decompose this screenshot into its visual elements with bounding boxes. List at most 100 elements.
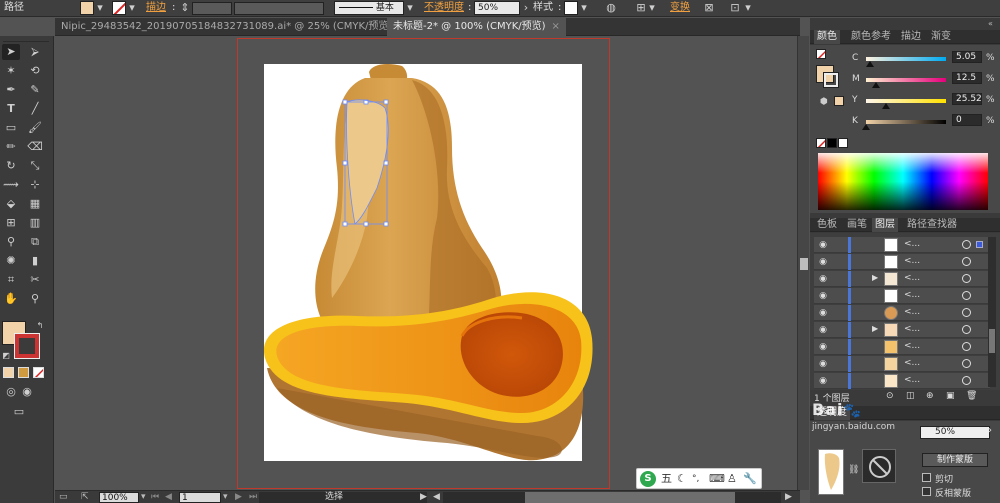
layers-scrollbar[interactable] bbox=[988, 237, 996, 387]
keyboard-icon[interactable]: ⌨ bbox=[709, 471, 725, 487]
selection-tool-icon[interactable]: ➤ bbox=[2, 44, 20, 60]
target-circle-icon[interactable] bbox=[962, 376, 971, 385]
layer-name[interactable]: <... bbox=[904, 324, 920, 334]
target-circle-icon[interactable] bbox=[962, 308, 971, 317]
tool-menu-icon[interactable]: ▶ bbox=[420, 492, 427, 503]
layer-row[interactable]: ◉ <... bbox=[814, 288, 990, 304]
scale-tool-icon[interactable]: ⤡ bbox=[26, 158, 44, 174]
visibility-eye-icon[interactable]: ◉ bbox=[817, 341, 829, 353]
artboard-tool-icon[interactable]: ⌗ bbox=[2, 272, 20, 288]
layer-row[interactable]: ◉ <... bbox=[814, 373, 990, 389]
layer-row[interactable]: ◉ ▶ <... bbox=[814, 322, 990, 338]
clip-checkbox[interactable] bbox=[922, 473, 931, 482]
visibility-eye-icon[interactable]: ◉ bbox=[817, 358, 829, 370]
default-colors-icon[interactable]: ◩ bbox=[1, 348, 11, 364]
layer-row[interactable]: ◉ <... bbox=[814, 305, 990, 321]
swap-colors-icon[interactable]: ↰ bbox=[34, 318, 46, 334]
curvature-tool-icon[interactable]: ✎ bbox=[26, 82, 44, 98]
recolor-icon[interactable]: ◍ bbox=[604, 0, 618, 16]
channel-k-knob[interactable] bbox=[862, 124, 870, 130]
target-circle-icon[interactable] bbox=[962, 342, 971, 351]
collapse-panels-icon[interactable]: « bbox=[988, 19, 993, 28]
tab-color-guide[interactable]: 颜色参考 bbox=[848, 30, 894, 44]
new-sublayer-icon[interactable]: ⊕ bbox=[926, 391, 934, 401]
arrange-dropdown-icon[interactable]: ▾ bbox=[744, 0, 752, 16]
make-mask-button[interactable]: 制作蒙版 bbox=[922, 453, 988, 467]
stroke-color-box[interactable] bbox=[14, 333, 40, 359]
align-dropdown-icon[interactable]: ▾ bbox=[648, 0, 656, 16]
ime-mode[interactable]: 五 bbox=[661, 471, 672, 487]
symbol-sprayer-tool-icon[interactable]: ✺ bbox=[2, 253, 20, 269]
gradient-mode-button[interactable] bbox=[18, 367, 29, 378]
target-circle-icon[interactable] bbox=[962, 274, 971, 283]
layer-row[interactable]: ◉ <... bbox=[814, 339, 990, 355]
layer-row[interactable]: ◉ ▶ <... bbox=[814, 271, 990, 287]
mask-thumbnail[interactable] bbox=[862, 449, 896, 483]
hscroll-right-icon[interactable]: ▶ bbox=[785, 492, 792, 503]
arrange-icon[interactable]: ⊡ bbox=[728, 0, 742, 16]
visibility-eye-icon[interactable]: ◉ bbox=[817, 307, 829, 319]
quick-black-swatch[interactable] bbox=[827, 138, 837, 148]
brush-dropdown-icon[interactable]: ▾ bbox=[406, 0, 414, 16]
color-spectrum[interactable] bbox=[818, 153, 988, 210]
panel-none-swatch[interactable] bbox=[816, 49, 826, 59]
layer-name[interactable]: <... bbox=[904, 358, 920, 368]
opacity-field[interactable]: 50% bbox=[474, 1, 520, 15]
page-dropdown-icon[interactable]: ▾ bbox=[223, 492, 228, 503]
expand-toggle-icon[interactable]: ▶ bbox=[872, 273, 878, 282]
channel-k-value[interactable]: 0 bbox=[952, 114, 982, 126]
make-clipping-mask-icon[interactable]: ◫ bbox=[906, 391, 915, 401]
visibility-eye-icon[interactable]: ◉ bbox=[817, 375, 829, 387]
rectangle-tool-icon[interactable]: ▭ bbox=[2, 120, 20, 136]
target-circle-icon[interactable] bbox=[962, 291, 971, 300]
layer-name[interactable]: <... bbox=[904, 256, 920, 266]
channel-y-slider[interactable] bbox=[866, 99, 946, 103]
column-graph-tool-icon[interactable]: ▮ bbox=[26, 253, 44, 269]
layers-scroll-thumb[interactable] bbox=[989, 329, 995, 353]
fill-swatch[interactable] bbox=[80, 1, 94, 15]
target-circle-icon[interactable] bbox=[962, 240, 971, 249]
layer-name[interactable]: <... bbox=[904, 290, 920, 300]
zoom-tool-icon[interactable]: ⚲ bbox=[26, 291, 44, 307]
new-layer-icon[interactable]: ▣ bbox=[946, 391, 955, 401]
delete-layer-icon[interactable]: 🗑 bbox=[966, 391, 977, 401]
zoom-dropdown-icon[interactable]: ▾ bbox=[141, 492, 146, 503]
status-icon-a[interactable]: ▭ bbox=[59, 492, 68, 503]
tab-brushes[interactable]: 画笔 bbox=[844, 218, 870, 232]
visibility-eye-icon[interactable]: ◉ bbox=[817, 273, 829, 285]
scroll-thumb[interactable] bbox=[800, 258, 808, 270]
isolate-icon[interactable]: ⊠ bbox=[702, 0, 716, 16]
pen-tool-icon[interactable]: ✒ bbox=[2, 82, 20, 98]
mesh-tool-icon[interactable]: ⊞ bbox=[2, 215, 20, 231]
locate-object-icon[interactable]: ⊙ bbox=[886, 391, 894, 401]
perspective-grid-tool-icon[interactable]: ▦ bbox=[26, 196, 44, 212]
channel-m-value[interactable]: 12.5 bbox=[952, 72, 982, 84]
blend-tool-icon[interactable]: ⧉ bbox=[26, 234, 44, 250]
tab-layers[interactable]: 图层 bbox=[872, 218, 898, 232]
shape-builder-tool-icon[interactable]: ⬙ bbox=[2, 196, 20, 212]
panel-stroke-swatch[interactable] bbox=[823, 72, 839, 88]
first-page-icon[interactable]: ⏮ bbox=[151, 492, 159, 503]
style-swatch[interactable] bbox=[564, 1, 578, 15]
align-icon[interactable]: ⊞ bbox=[634, 0, 648, 16]
layer-name[interactable]: <... bbox=[904, 239, 920, 249]
variable-width-field[interactable] bbox=[234, 2, 324, 15]
channel-c-value[interactable]: 5.05 bbox=[952, 51, 982, 63]
stroke-weight-stepper[interactable]: ⇕ bbox=[180, 0, 190, 16]
tab-color[interactable]: 颜色 bbox=[814, 30, 840, 44]
expand-toggle-icon[interactable]: ▶ bbox=[872, 324, 878, 333]
layer-row[interactable]: ◉ <... bbox=[814, 356, 990, 372]
visibility-eye-icon[interactable]: ◉ bbox=[817, 256, 829, 268]
prev-page-icon[interactable]: ◀ bbox=[165, 492, 172, 503]
layer-name[interactable]: <... bbox=[904, 273, 920, 283]
ime-toolbar[interactable]: S 五 ☾ °, ⌨ ♙ 🔧 bbox=[636, 468, 762, 489]
layer-name[interactable]: <... bbox=[904, 307, 920, 317]
channel-y-knob[interactable] bbox=[882, 103, 891, 109]
visibility-eye-icon[interactable]: ◉ bbox=[817, 290, 829, 302]
channel-y-value[interactable]: 25.52 bbox=[952, 93, 982, 105]
type-tool-icon[interactable]: T bbox=[2, 101, 20, 117]
close-icon[interactable]: × bbox=[552, 21, 560, 32]
pencil-tool-icon[interactable]: ✏ bbox=[2, 139, 20, 155]
opacity-label[interactable]: 不透明度 bbox=[424, 0, 464, 16]
rotate-tool-icon[interactable]: ↻ bbox=[2, 158, 20, 174]
